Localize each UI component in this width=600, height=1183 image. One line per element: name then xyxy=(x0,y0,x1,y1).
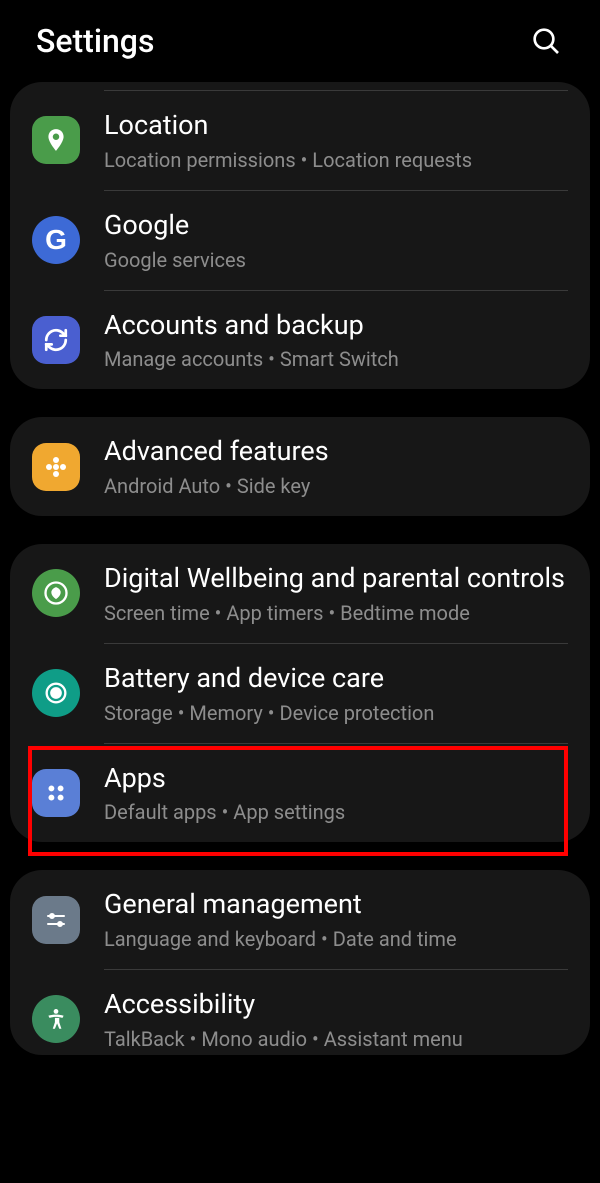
item-title: Apps xyxy=(104,762,568,796)
item-title: Accessibility xyxy=(104,988,568,1022)
settings-item-advanced-features[interactable]: Advanced features Android Auto • Side ke… xyxy=(10,417,590,516)
item-subtitle: Location permissions • Location requests xyxy=(104,148,568,172)
flower-icon xyxy=(32,443,80,491)
item-title: Advanced features xyxy=(104,435,568,469)
item-subtitle: Manage accounts • Smart Switch xyxy=(104,347,568,371)
item-subtitle: Storage • Memory • Device protection xyxy=(104,701,568,725)
settings-group: Digital Wellbeing and parental controls … xyxy=(10,544,590,842)
wellbeing-icon xyxy=(32,569,80,617)
item-title: General management xyxy=(104,888,568,922)
settings-group: Advanced features Android Auto • Side ke… xyxy=(10,417,590,516)
location-icon xyxy=(32,116,80,164)
item-title: Battery and device care xyxy=(104,662,568,696)
settings-group: Location Location permissions • Location… xyxy=(10,82,590,389)
search-button[interactable] xyxy=(528,23,564,59)
page-title: Settings xyxy=(36,22,154,60)
item-title: Google xyxy=(104,209,568,243)
item-subtitle: Language and keyboard • Date and time xyxy=(104,927,568,951)
settings-item-google[interactable]: G Google Google services xyxy=(10,191,590,290)
item-subtitle: Google services xyxy=(104,248,568,272)
item-subtitle: Default apps • App settings xyxy=(104,800,568,824)
settings-item-accounts-backup[interactable]: Accounts and backup Manage accounts • Sm… xyxy=(10,291,590,390)
sync-icon xyxy=(32,316,80,364)
item-subtitle: Screen time • App timers • Bedtime mode xyxy=(104,601,568,625)
item-title: Accounts and backup xyxy=(104,309,568,343)
settings-item-general-management[interactable]: General management Language and keyboard… xyxy=(10,870,590,969)
header: Settings xyxy=(0,0,600,82)
apps-icon xyxy=(32,769,80,817)
item-subtitle: TalkBack • Mono audio • Assistant menu xyxy=(104,1027,568,1051)
settings-item-location[interactable]: Location Location permissions • Location… xyxy=(10,91,590,190)
sliders-icon xyxy=(32,896,80,944)
search-icon xyxy=(530,25,562,57)
google-icon: G xyxy=(32,216,80,264)
settings-item-battery-device-care[interactable]: Battery and device care Storage • Memory… xyxy=(10,644,590,743)
item-title: Digital Wellbeing and parental controls xyxy=(104,562,568,596)
settings-group: General management Language and keyboard… xyxy=(10,870,590,1055)
settings-item-digital-wellbeing[interactable]: Digital Wellbeing and parental controls … xyxy=(10,544,590,643)
accessibility-icon xyxy=(32,995,80,1043)
settings-item-accessibility[interactable]: Accessibility TalkBack • Mono audio • As… xyxy=(10,970,590,1055)
item-title: Location xyxy=(104,109,568,143)
device-care-icon xyxy=(32,669,80,717)
settings-item-apps[interactable]: Apps Default apps • App settings xyxy=(10,744,590,843)
item-subtitle: Android Auto • Side key xyxy=(104,474,568,498)
